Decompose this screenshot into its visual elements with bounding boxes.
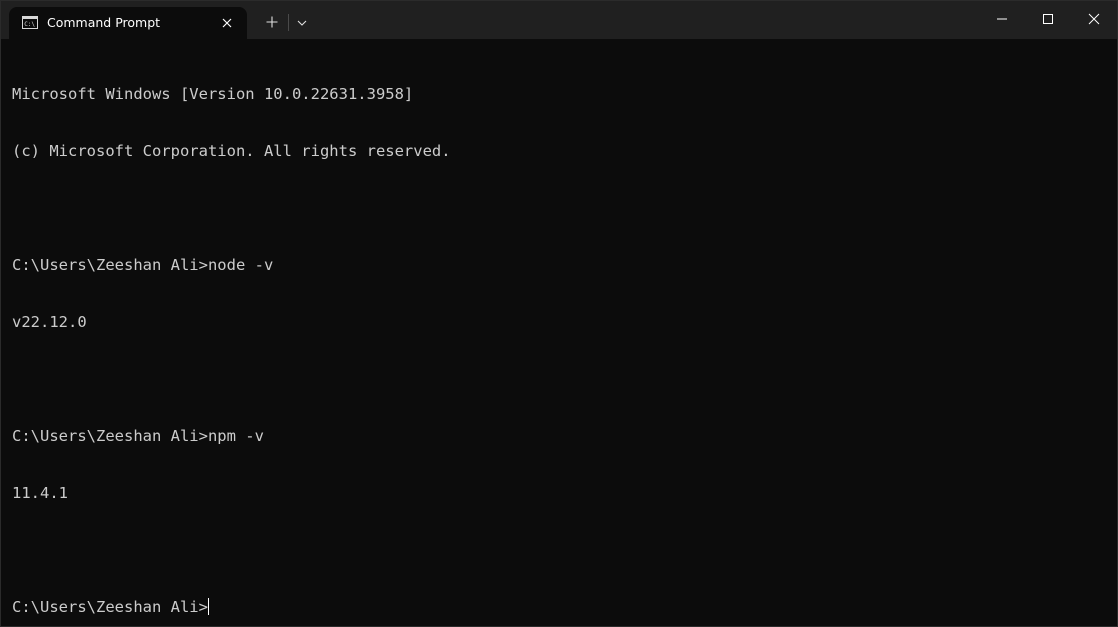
terminal-line: C:\Users\Zeeshan Ali>node -v [12, 256, 274, 274]
svg-text:C:\: C:\ [24, 21, 35, 28]
minimize-button[interactable] [979, 1, 1025, 37]
close-icon [1088, 13, 1100, 25]
terminal-window: C:\ Command Prompt Microsoft Windows [Ve… [0, 0, 1118, 627]
new-tab-plus-icon[interactable] [264, 14, 280, 30]
title-bar[interactable]: C:\ Command Prompt [1, 1, 1117, 39]
close-window-button[interactable] [1071, 1, 1117, 37]
command-prompt-icon: C:\ [22, 16, 38, 29]
titlebar-divider [288, 14, 289, 31]
chevron-down-icon[interactable] [295, 16, 309, 30]
terminal-line: Microsoft Windows [Version 10.0.22631.39… [12, 85, 414, 103]
tab-title: Command Prompt [47, 15, 161, 30]
terminal-line: v22.12.0 [12, 313, 87, 331]
terminal-prompt-line[interactable]: C:\Users\Zeeshan Ali> [12, 598, 1102, 617]
text-cursor [207, 598, 209, 615]
terminal-line: C:\Users\Zeeshan Ali>npm -v [12, 427, 264, 445]
terminal-output[interactable]: Microsoft Windows [Version 10.0.22631.39… [12, 47, 1102, 617]
maximize-button[interactable] [1025, 1, 1071, 37]
current-prompt: C:\Users\Zeeshan Ali> [12, 598, 208, 616]
terminal-line: (c) Microsoft Corporation. All rights re… [12, 142, 451, 160]
maximize-icon [1043, 14, 1053, 24]
terminal-line: 11.4.1 [12, 484, 68, 502]
minimize-icon [997, 18, 1007, 20]
tab-command-prompt[interactable]: C:\ Command Prompt [9, 7, 247, 39]
close-tab-icon[interactable] [219, 15, 235, 31]
